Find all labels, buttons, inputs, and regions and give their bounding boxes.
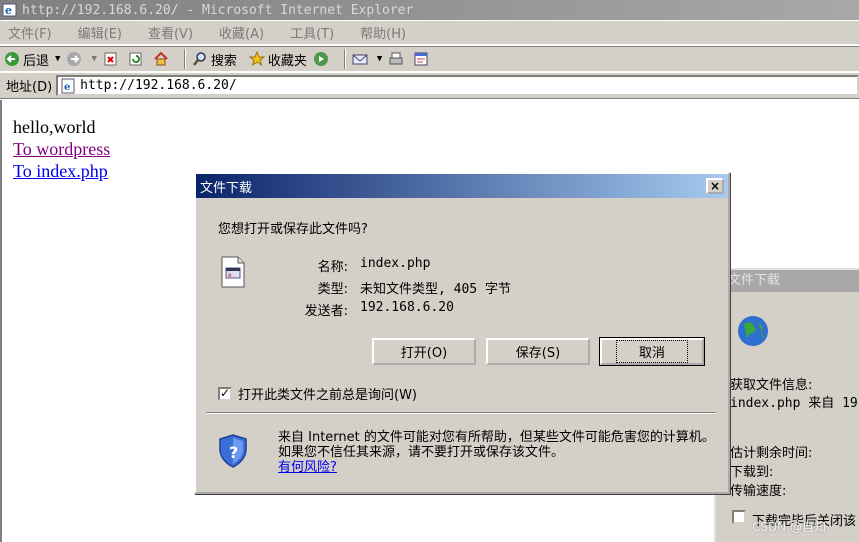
toolbar-separator	[343, 49, 346, 69]
svg-text:e: e	[5, 4, 12, 17]
back-button[interactable]: 后退	[4, 50, 49, 69]
search-label: 搜索	[210, 53, 237, 69]
menu-help[interactable]: 帮助(H)	[356, 23, 410, 42]
back-arrow-icon	[4, 51, 20, 67]
print-icon	[388, 51, 404, 67]
forward-button[interactable]	[66, 51, 85, 67]
type-value: 未知文件类型, 405 字节	[360, 282, 511, 297]
stop-button[interactable]	[103, 51, 122, 67]
toolbar-separator	[183, 49, 186, 69]
sender-value: 192.168.6.20	[360, 300, 454, 315]
mail-button[interactable]	[352, 51, 371, 67]
svg-text:e: e	[64, 82, 70, 93]
name-value: index.php	[360, 256, 431, 271]
address-bar: 地址(D) e http://192.168.6.20/	[0, 73, 859, 99]
always-ask-checkbox[interactable]	[218, 386, 232, 401]
print-button[interactable]	[388, 51, 407, 67]
menu-view[interactable]: 查看(V)	[144, 23, 197, 42]
file-type-icon: e	[220, 256, 246, 288]
favorites-label: 收藏夹	[267, 53, 307, 69]
save-button[interactable]: 保存(S)	[486, 338, 590, 365]
media-icon	[313, 51, 329, 67]
open-button-label: 打开(O)	[400, 346, 448, 361]
bg-info-label: 获取文件信息:	[730, 378, 813, 393]
bg-download-to-label: 下载到:	[730, 465, 774, 480]
dialog-title-bar[interactable]: 文件下载 ×	[196, 174, 728, 198]
dialog-question: 您想打开或保存此文件吗?	[218, 222, 368, 237]
search-icon	[192, 51, 208, 67]
open-button[interactable]: 打开(O)	[372, 338, 476, 365]
security-shield-icon: ?	[218, 434, 248, 468]
stop-icon	[103, 51, 119, 67]
svg-text:e: e	[228, 272, 232, 279]
cancel-button-label: 取消	[615, 340, 688, 363]
save-button-label: 保存(S)	[515, 346, 561, 361]
back-label: 后退	[23, 53, 50, 69]
warning-text: 来自 Internet 的文件可能对您有所帮助，但某些文件可能危害您的计算机。如…	[278, 430, 715, 460]
bg-info-value: index.php 来自 19	[730, 396, 858, 411]
forward-dropdown-icon[interactable]: ▼	[91, 54, 96, 64]
search-button[interactable]: 搜索	[192, 50, 237, 69]
mail-dropdown-icon[interactable]: ▼	[377, 54, 382, 64]
dialog-title: 文件下载	[200, 180, 253, 196]
name-label: 名称:	[317, 260, 348, 275]
window-title: http://192.168.6.20/ - Microsoft Interne…	[22, 2, 414, 18]
bg-close-when-done-checkbox[interactable]	[732, 510, 746, 524]
address-url: http://192.168.6.20/	[80, 78, 237, 93]
dialog-divider	[206, 412, 716, 414]
menu-favorites[interactable]: 收藏(A)	[215, 23, 268, 42]
menu-tools[interactable]: 工具(T)	[286, 23, 338, 42]
edit-page-icon	[413, 51, 429, 67]
security-warning: 来自 Internet 的文件可能对您有所帮助，但某些文件可能危害您的计算机。如…	[278, 430, 718, 475]
menu-edit[interactable]: 编辑(E)	[74, 23, 126, 42]
close-button[interactable]: ×	[706, 178, 724, 194]
watermark: CSDN @自知.	[752, 520, 830, 534]
always-ask-row: 打开此类文件之前总是询问(W)	[218, 384, 417, 403]
always-ask-label[interactable]: 打开此类文件之前总是询问(W)	[238, 384, 417, 403]
bg-remaining-label: 估计剩余时间:	[730, 446, 813, 461]
menu-bar: 文件(F) 编辑(E) 查看(V) 收藏(A) 工具(T) 帮助(H)	[0, 21, 859, 45]
mail-icon	[352, 51, 368, 67]
bg-dialog-title: 文件下载	[716, 270, 859, 292]
bg-speed-label: 传输速度:	[730, 484, 787, 499]
edit-button[interactable]	[413, 51, 432, 67]
forward-arrow-icon	[66, 51, 82, 67]
risk-link[interactable]: 有何风险?	[278, 460, 337, 475]
background-download-dialog[interactable]: 文件下载 获取文件信息: index.php 来自 19 估计剩余时间: 下载到…	[714, 268, 859, 542]
sender-label: 发送者:	[304, 304, 348, 319]
star-icon	[248, 50, 266, 67]
link-wordpress[interactable]: To wordpress	[13, 139, 110, 160]
back-dropdown-icon[interactable]: ▼	[55, 54, 60, 64]
link-index-php[interactable]: To index.php	[13, 161, 108, 182]
cancel-button[interactable]: 取消	[599, 337, 705, 366]
file-download-dialog: 文件下载 × 您想打开或保存此文件吗? e 名称: index.php 类型: …	[194, 172, 730, 494]
window-title-bar[interactable]: e http://192.168.6.20/ - Microsoft Inter…	[0, 0, 859, 20]
type-label: 类型:	[317, 282, 348, 297]
menu-file[interactable]: 文件(F)	[4, 23, 56, 42]
home-button[interactable]	[153, 51, 172, 67]
home-icon	[153, 51, 169, 67]
svg-text:?: ?	[229, 443, 238, 462]
page-text: hello,world	[13, 117, 96, 137]
refresh-icon	[128, 51, 144, 67]
page-icon: e	[60, 78, 76, 94]
standard-toolbar: 后退 ▼ ▼ 搜索 收藏夹 ▼	[0, 46, 859, 72]
globe-icon	[736, 314, 770, 348]
favorites-button[interactable]: 收藏夹	[248, 50, 307, 69]
address-input[interactable]: e http://192.168.6.20/	[56, 75, 859, 96]
ie-logo-icon: e	[2, 2, 18, 18]
address-label: 地址(D)	[6, 80, 53, 95]
refresh-button[interactable]	[128, 51, 147, 67]
media-button[interactable]	[313, 51, 332, 67]
